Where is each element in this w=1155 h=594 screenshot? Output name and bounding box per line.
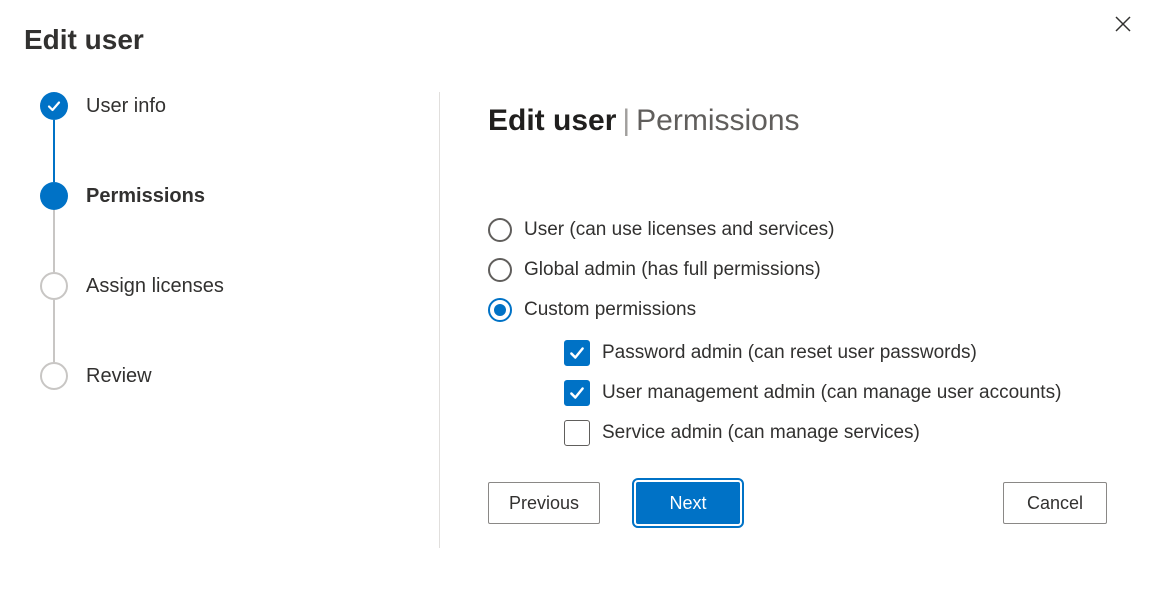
close-button[interactable]: [1113, 14, 1133, 34]
checkbox-checked-icon: [564, 340, 590, 366]
wizard-buttons: Previous Next Cancel: [488, 446, 1107, 548]
custom-permissions-group: Password admin (can reset user passwords…: [488, 340, 1107, 446]
step-upcoming-icon: [40, 272, 68, 300]
checkbox-label: Service admin (can manage services): [602, 422, 920, 444]
step-review[interactable]: Review: [40, 362, 439, 390]
previous-button[interactable]: Previous: [488, 482, 600, 524]
step-assign-licenses[interactable]: Assign licenses: [40, 272, 439, 300]
radio-icon: [488, 218, 512, 242]
radio-label: User (can use licenses and services): [524, 219, 834, 241]
step-label: Permissions: [86, 185, 205, 208]
role-radio-group: User (can use licenses and services) Glo…: [488, 218, 1107, 446]
radio-label: Custom permissions: [524, 299, 696, 321]
radio-dot-icon: [494, 304, 506, 316]
step-label: User info: [86, 95, 166, 118]
dialog-title: Edit user: [0, 0, 1155, 56]
panel-heading: Edit user|Permissions: [488, 104, 1107, 138]
radio-custom-permissions[interactable]: Custom permissions: [488, 298, 1107, 322]
step-upcoming-icon: [40, 362, 68, 390]
step-connector: [53, 120, 55, 182]
heading-separator: |: [622, 104, 630, 137]
step-connector: [53, 210, 55, 272]
permissions-panel: Edit user|Permissions User (can use lice…: [440, 92, 1155, 548]
radio-label: Global admin (has full permissions): [524, 259, 821, 281]
checkmark-icon: [46, 98, 62, 114]
step-label: Assign licenses: [86, 275, 224, 298]
next-button[interactable]: Next: [636, 482, 740, 524]
wizard-stepper: User info Permissions Assign licenses Re…: [0, 92, 440, 548]
checkbox-label: User management admin (can manage user a…: [602, 382, 1061, 404]
step-label: Review: [86, 365, 152, 388]
step-current-icon: [40, 182, 68, 210]
radio-user[interactable]: User (can use licenses and services): [488, 218, 1107, 242]
checkmark-icon: [568, 384, 586, 402]
checkbox-label: Password admin (can reset user passwords…: [602, 342, 977, 364]
step-user-info[interactable]: User info: [40, 92, 439, 120]
step-permissions[interactable]: Permissions: [40, 182, 439, 210]
heading-section: Permissions: [636, 104, 799, 137]
checkbox-user-management-admin[interactable]: User management admin (can manage user a…: [564, 380, 1107, 406]
step-connector: [53, 300, 55, 362]
checkbox-password-admin[interactable]: Password admin (can reset user passwords…: [564, 340, 1107, 366]
radio-icon: [488, 258, 512, 282]
checkbox-checked-icon: [564, 380, 590, 406]
radio-icon-selected: [488, 298, 512, 322]
checkbox-unchecked-icon: [564, 420, 590, 446]
heading-prefix: Edit user: [488, 104, 616, 137]
cancel-button[interactable]: Cancel: [1003, 482, 1107, 524]
radio-global-admin[interactable]: Global admin (has full permissions): [488, 258, 1107, 282]
checkbox-service-admin[interactable]: Service admin (can manage services): [564, 420, 1107, 446]
step-completed-icon: [40, 92, 68, 120]
checkmark-icon: [568, 344, 586, 362]
close-icon: [1115, 16, 1131, 32]
